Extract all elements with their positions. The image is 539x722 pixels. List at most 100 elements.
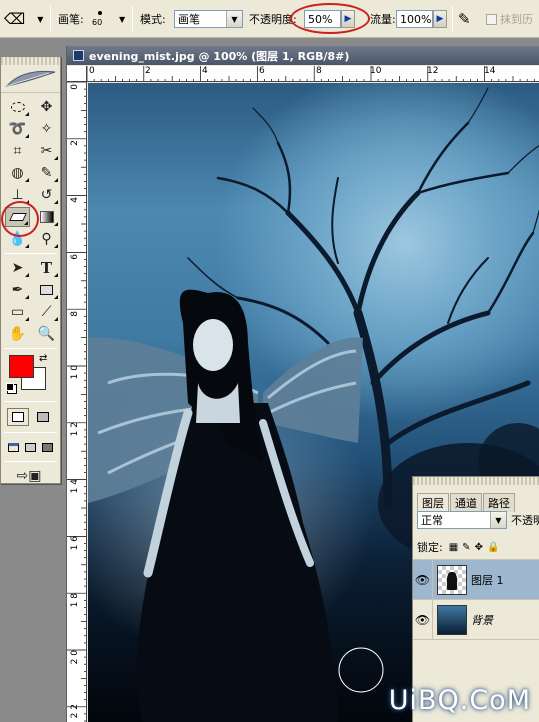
lock-pixels-icon[interactable]: ✎	[462, 542, 470, 553]
chevron-down-icon: ▼	[37, 14, 44, 24]
document-icon	[73, 50, 84, 61]
type-icon: T	[40, 259, 53, 277]
move-tool[interactable]: ✥	[34, 97, 59, 117]
document-title-bar[interactable]: evening_mist.jpg @ 100% (图层 1, RGB/8#)	[67, 46, 539, 65]
eye-icon[interactable]: 👁	[413, 599, 433, 640]
airbrush-button[interactable]: ✎	[458, 0, 471, 38]
flow-label: 流量:	[370, 13, 396, 26]
screen-mode-standard[interactable]	[6, 439, 21, 455]
brush-tool[interactable]: ✎	[34, 163, 59, 183]
watermark: UiBQ.CoM	[388, 685, 531, 716]
lasso-tool[interactable]: ➰	[5, 119, 30, 139]
standard-mode-icon	[11, 412, 24, 422]
mode-select[interactable]: 画笔 ▼	[174, 10, 243, 28]
eyedropper-icon: ⟋	[41, 304, 52, 320]
separator	[4, 348, 57, 349]
ruler-number: 0	[89, 66, 95, 76]
slice-tool[interactable]: ✂	[34, 141, 59, 161]
feather-icon	[5, 70, 55, 87]
eyedropper-tool[interactable]: ⟋	[34, 302, 59, 322]
toolbox: ✥ ➰ ✧ ⌗ ✂ ◍ ✎ ⊥ ↺ 💧 ⚲ ➤ T ✒ ▭ ⟋ ✋ 🔍 ⇄ ⇨▣	[0, 56, 61, 484]
magnifier-icon: 🔍	[37, 326, 56, 342]
default-colors-icon[interactable]	[6, 383, 14, 391]
panel-tabs: 图层 通道 路径	[417, 493, 516, 512]
document-title: evening_mist.jpg @ 100% (图层 1, RGB/8#)	[89, 49, 350, 63]
crop-tool[interactable]: ⌗	[5, 141, 30, 161]
eraser-icon: ⌫	[4, 10, 26, 28]
hand-icon: ✋	[8, 326, 27, 342]
shape-tool[interactable]	[34, 280, 59, 300]
chevron-down-icon: ▼	[226, 11, 242, 27]
chevron-down-icon: ▼	[490, 512, 506, 528]
blend-mode-value: 正常	[421, 514, 443, 527]
panel-grip[interactable]	[413, 477, 539, 485]
layer-name: 图层 1	[471, 573, 504, 587]
dodge-tool[interactable]: ⚲	[34, 229, 59, 249]
pen-tool[interactable]: ✒	[5, 280, 30, 300]
lock-all-icon[interactable]: 🔒	[487, 542, 499, 553]
ruler-number: 8	[70, 311, 80, 317]
screen-mode-full-menu[interactable]	[23, 439, 38, 455]
highlight-circle	[1, 201, 39, 237]
separator	[50, 6, 51, 32]
tool-preset-picker[interactable]: ⌫ ▼	[4, 0, 43, 38]
type-tool[interactable]: T	[34, 258, 59, 278]
play-arrow-icon: ▶	[436, 14, 444, 24]
foreground-color-swatch[interactable]	[9, 355, 34, 378]
hand-tool[interactable]: ✋	[5, 324, 30, 344]
layer-row[interactable]: 👁 图层 1	[413, 559, 539, 600]
brush-icon: ✎	[40, 165, 53, 181]
arrow-icon: ➤	[11, 260, 24, 276]
flow-input[interactable]: 100%	[396, 10, 433, 28]
screen-mode-full[interactable]	[40, 439, 55, 455]
feather-logo[interactable]	[1, 65, 60, 93]
ellipse-marquee-icon	[10, 102, 25, 112]
marquee-tool[interactable]	[5, 97, 30, 117]
path-selection-tool[interactable]: ➤	[5, 258, 30, 278]
zoom-tool[interactable]: 🔍	[34, 324, 59, 344]
tab-channels[interactable]: 通道	[450, 493, 482, 512]
ruler-number: 14	[484, 66, 496, 76]
bandage-icon: ◍	[11, 165, 24, 181]
separator	[4, 461, 57, 462]
jump-to-imageready-button[interactable]: ⇨▣	[13, 466, 45, 486]
ruler-number: 1 2	[70, 422, 80, 437]
imageready-icon: ⇨▣	[16, 468, 42, 484]
color-swatches: ⇄	[1, 353, 60, 397]
window-icon	[25, 442, 36, 452]
ruler-number: 1 8	[70, 593, 80, 608]
lock-transparency-icon[interactable]: ▦	[449, 542, 458, 553]
ruler-number: 10	[370, 66, 382, 76]
toolbox-grip[interactable]	[1, 57, 60, 65]
separator	[4, 432, 57, 433]
horizontal-ruler[interactable]: 0 2 4 6 8 10 12 14	[87, 66, 539, 82]
ruler-number: 6	[70, 254, 80, 260]
layer-opacity-label: 不透明	[511, 514, 539, 527]
flow-slider-button[interactable]: ▶	[433, 10, 447, 28]
quick-mask-button[interactable]	[33, 408, 54, 426]
healing-brush-tool[interactable]: ◍	[5, 163, 30, 183]
ruler-ticks	[87, 66, 535, 81]
history-brush-tool[interactable]: ↺	[34, 185, 59, 205]
mode-value: 画笔	[178, 13, 200, 26]
brush-picker[interactable]: 60	[92, 0, 102, 38]
layer-row[interactable]: 👁 背景	[413, 599, 539, 640]
slice-icon: ✂	[40, 143, 53, 159]
lock-position-icon[interactable]: ✥	[475, 542, 483, 553]
magic-wand-tool[interactable]: ✧	[34, 119, 59, 139]
ruler-number: 2	[145, 66, 151, 76]
standard-mode-button[interactable]	[7, 408, 29, 426]
blend-mode-select[interactable]: 正常 ▼	[417, 511, 507, 529]
dodge-icon: ⚲	[41, 231, 52, 247]
notes-tool[interactable]: ▭	[5, 302, 30, 322]
tab-paths[interactable]: 路径	[483, 493, 515, 512]
vertical-ruler[interactable]: 0 2 4 6 8 1 0 1 2 1 4 1 6 1 8 2 0 2 2	[67, 82, 87, 722]
erase-to-history-checkbox[interactable]	[486, 13, 497, 25]
swap-colors-icon[interactable]: ⇄	[39, 353, 47, 364]
tab-layers[interactable]: 图层	[417, 493, 449, 512]
ruler-number: 2 0	[70, 650, 80, 665]
eye-icon[interactable]: 👁	[413, 559, 433, 600]
chevron-down-icon[interactable]: ▼	[119, 15, 125, 24]
ruler-origin[interactable]	[67, 66, 87, 82]
brush-tip-icon	[98, 11, 103, 15]
